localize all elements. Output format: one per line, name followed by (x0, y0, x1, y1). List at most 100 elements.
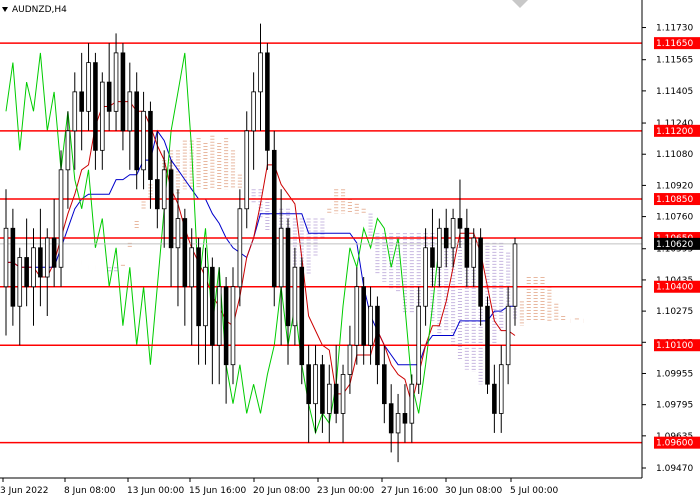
candle-body (402, 413, 408, 424)
candle-body (320, 364, 325, 414)
candle-body (430, 247, 435, 268)
candle[interactable] (58, 150, 64, 287)
candle-body (216, 286, 222, 346)
candle-body (492, 383, 497, 414)
candle-body (326, 383, 332, 414)
candle-body (382, 364, 387, 405)
candle-body (93, 62, 98, 151)
x-tick-label: 20 Jun 08:00 (253, 486, 310, 496)
candle-body (354, 286, 360, 346)
candle-body (395, 413, 401, 434)
candle-body (443, 227, 449, 249)
candle-body (155, 179, 160, 210)
candle-body (485, 305, 490, 385)
candle[interactable] (485, 296, 490, 394)
level-label: 1.11650 (656, 39, 693, 49)
candle-body (72, 91, 78, 132)
candle-body (457, 218, 463, 229)
candle-body (196, 247, 201, 327)
x-tick-label: 5 Jul 00:00 (510, 486, 559, 496)
candle-body (141, 110, 146, 171)
candle-body (333, 383, 339, 414)
candle-body (44, 237, 50, 278)
candle-body (292, 266, 298, 327)
candle-body (86, 62, 91, 112)
candle-body (24, 257, 29, 288)
candle-body (182, 218, 188, 288)
candle-body (106, 81, 112, 112)
candle-body (31, 247, 36, 288)
candle-body (450, 218, 456, 249)
y-tick-label: 1.09955 (656, 369, 693, 379)
candle-body (340, 374, 346, 414)
y-tick-label: 1.11730 (656, 24, 693, 34)
candle-body (271, 149, 277, 288)
x-tick-label: 3 Jun 2022 (0, 486, 48, 496)
candle-body (17, 257, 23, 307)
candle-body (347, 344, 353, 375)
candle-body (299, 266, 305, 366)
candle-body (244, 130, 250, 210)
candle-body (464, 227, 470, 268)
x-tick-label: 27 Jun 16:00 (381, 486, 438, 496)
candle-body (58, 169, 64, 268)
candle-body (161, 169, 167, 210)
x-tick-label: 13 Jun 00:00 (127, 486, 184, 496)
level-label: 1.10100 (656, 341, 693, 351)
x-tick-label: 23 Jun 00:00 (317, 486, 374, 496)
x-tick-label: 15 Jun 16:00 (189, 486, 246, 496)
candle-body (203, 266, 208, 327)
y-tick-label: 1.09470 (656, 464, 693, 474)
candle-body (189, 247, 195, 288)
candle-body (175, 218, 181, 249)
candle-body (3, 227, 9, 288)
level-label: 1.09600 (656, 439, 693, 449)
candle-body (478, 237, 483, 307)
symbol-label: AUDNZD,H4 (12, 5, 67, 15)
level-label: 1.10400 (656, 283, 693, 293)
current-price-label: 1.10620 (656, 240, 693, 250)
x-tick-label: 30 Jun 08:00 (445, 486, 502, 496)
candle-body (471, 237, 477, 268)
y-tick-label: 1.10275 (656, 307, 693, 317)
candle-body (134, 91, 139, 171)
candle-body (100, 81, 105, 151)
candle-body (388, 403, 394, 434)
candle-body (512, 243, 518, 307)
y-tick-label: 1.11080 (656, 150, 693, 160)
candle-body (148, 110, 153, 180)
candle-body (306, 364, 311, 405)
candle-body (127, 91, 133, 132)
candle-body (505, 305, 511, 366)
candle-body (368, 305, 373, 346)
candle-body (230, 286, 236, 366)
candle-body (498, 364, 504, 414)
candle-body (258, 52, 263, 93)
candle-body (313, 364, 318, 405)
y-tick-label: 1.10760 (656, 213, 693, 223)
y-tick-label: 1.11565 (656, 56, 693, 66)
level-label: 1.10850 (656, 195, 693, 205)
candle-body (437, 227, 442, 268)
candle[interactable] (271, 130, 277, 307)
candle-body (10, 227, 16, 307)
candle-body (285, 227, 291, 327)
candle-body (416, 305, 421, 385)
candle-body (168, 169, 174, 249)
y-tick-label: 1.09795 (656, 401, 693, 411)
candle-body (223, 286, 229, 366)
candle-body (51, 237, 57, 268)
candle-body (251, 91, 256, 132)
candle-body (237, 208, 243, 288)
x-tick-label: 8 Jun 08:00 (64, 486, 116, 496)
candle-body (113, 52, 119, 112)
candle-body (120, 52, 126, 132)
candle-body (79, 91, 84, 112)
candle-body (375, 305, 380, 366)
y-tick-label: 1.10920 (656, 181, 693, 191)
candle-body (361, 286, 366, 346)
candle-body (423, 247, 428, 307)
candle-body (409, 383, 415, 424)
price-chart[interactable]: 1.117301.115651.114051.112401.110801.109… (0, 0, 700, 500)
candle-body (278, 227, 284, 288)
